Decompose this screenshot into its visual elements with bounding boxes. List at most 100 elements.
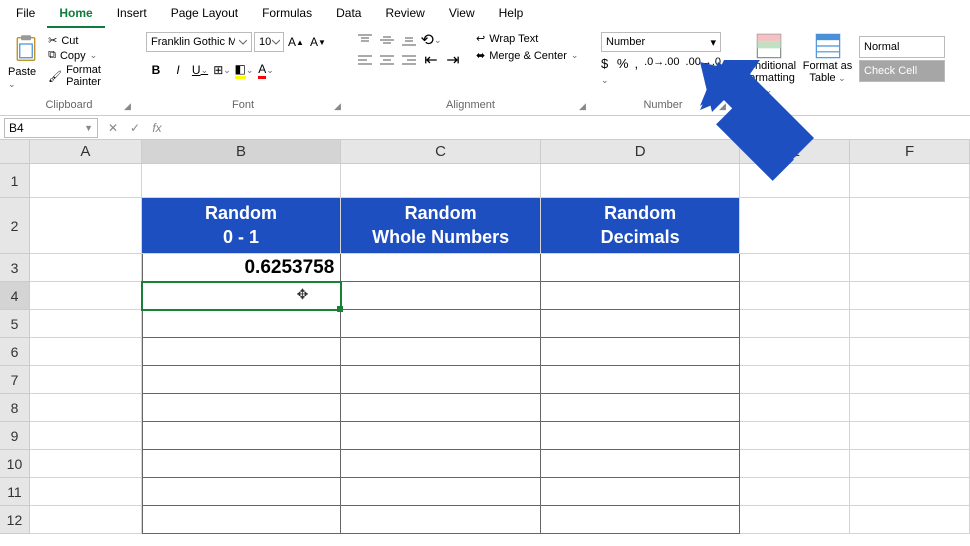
- name-box[interactable]: B4▼: [4, 118, 98, 138]
- row-header-8[interactable]: 8: [0, 394, 30, 422]
- cell-f1[interactable]: [850, 164, 970, 198]
- underline-button[interactable]: U: [190, 60, 210, 80]
- cell-e10[interactable]: [740, 450, 850, 478]
- merge-center-button[interactable]: ⬌Merge & Center: [476, 49, 578, 62]
- cell-b12[interactable]: [142, 506, 342, 534]
- tab-page-layout[interactable]: Page Layout: [159, 0, 250, 28]
- format-as-table-button[interactable]: Format as Table: [800, 32, 855, 113]
- row-header-11[interactable]: 11: [0, 478, 30, 506]
- cell-d6[interactable]: [541, 338, 741, 366]
- currency-button[interactable]: $: [601, 56, 611, 86]
- select-all-corner[interactable]: [0, 140, 30, 164]
- row-header-10[interactable]: 10: [0, 450, 30, 478]
- cell-b8[interactable]: [142, 394, 342, 422]
- cell-f3[interactable]: [850, 254, 970, 282]
- cell-a6[interactable]: [30, 338, 142, 366]
- alignment-dialog-launcher[interactable]: ◢: [579, 101, 591, 113]
- row-header-4[interactable]: 4: [0, 282, 30, 310]
- cell-a4[interactable]: [30, 282, 142, 310]
- tab-view[interactable]: View: [437, 0, 487, 28]
- tab-data[interactable]: Data: [324, 0, 373, 28]
- cancel-formula-button[interactable]: ✕: [102, 121, 124, 135]
- cell-f2[interactable]: [850, 198, 970, 254]
- cell-c2[interactable]: Random Whole Numbers: [341, 198, 541, 254]
- cell-f7[interactable]: [850, 366, 970, 394]
- cell-a7[interactable]: [30, 366, 142, 394]
- tab-formulas[interactable]: Formulas: [250, 0, 324, 28]
- confirm-formula-button[interactable]: ✓: [124, 121, 146, 135]
- tab-insert[interactable]: Insert: [105, 0, 159, 28]
- cell-c8[interactable]: [341, 394, 541, 422]
- font-color-button[interactable]: A: [256, 60, 276, 80]
- increase-decimal-button[interactable]: .0→.00: [644, 56, 679, 86]
- decrease-font-button[interactable]: A▼: [308, 32, 328, 52]
- number-dialog-launcher[interactable]: ◢: [719, 101, 731, 113]
- conditional-formatting-button[interactable]: Conditional Formatting: [741, 32, 796, 113]
- fill-color-button[interactable]: ◧: [234, 60, 254, 80]
- row-header-12[interactable]: 12: [0, 506, 30, 534]
- cell-e9[interactable]: [740, 422, 850, 450]
- cell-e3[interactable]: [740, 254, 850, 282]
- col-header-f[interactable]: F: [850, 140, 970, 164]
- row-header-5[interactable]: 5: [0, 310, 30, 338]
- cell-e7[interactable]: [740, 366, 850, 394]
- borders-button[interactable]: ⊞: [212, 60, 232, 80]
- cell-f9[interactable]: [850, 422, 970, 450]
- wrap-text-button[interactable]: ↩Wrap Text: [476, 32, 578, 45]
- cell-b3[interactable]: 0.6253758: [142, 254, 342, 282]
- cell-a10[interactable]: [30, 450, 142, 478]
- cell-c7[interactable]: [341, 366, 541, 394]
- row-header-7[interactable]: 7: [0, 366, 30, 394]
- cell-b2[interactable]: Random 0 - 1: [142, 198, 342, 254]
- col-header-b[interactable]: B: [142, 140, 342, 164]
- cell-f5[interactable]: [850, 310, 970, 338]
- cell-e2[interactable]: [740, 198, 850, 254]
- col-header-e[interactable]: E: [740, 140, 850, 164]
- cell-a9[interactable]: [30, 422, 142, 450]
- cell-a12[interactable]: [30, 506, 142, 534]
- cut-button[interactable]: ✂Cut: [48, 34, 130, 47]
- cell-a5[interactable]: [30, 310, 142, 338]
- cell-c11[interactable]: [341, 478, 541, 506]
- align-bottom-button[interactable]: [400, 32, 418, 48]
- style-check-cell[interactable]: Check Cell: [859, 60, 945, 82]
- cell-b5[interactable]: [142, 310, 342, 338]
- cell-e11[interactable]: [740, 478, 850, 506]
- cell-c5[interactable]: [341, 310, 541, 338]
- cell-d3[interactable]: [541, 254, 741, 282]
- font-dialog-launcher[interactable]: ◢: [334, 101, 346, 113]
- align-top-button[interactable]: [356, 32, 374, 48]
- cell-c9[interactable]: [341, 422, 541, 450]
- cell-f10[interactable]: [850, 450, 970, 478]
- cell-d12[interactable]: [541, 506, 741, 534]
- col-header-a[interactable]: A: [30, 140, 142, 164]
- col-header-d[interactable]: D: [541, 140, 741, 164]
- increase-font-button[interactable]: A▲: [286, 32, 306, 52]
- cell-a11[interactable]: [30, 478, 142, 506]
- tab-help[interactable]: Help: [487, 0, 536, 28]
- row-header-1[interactable]: 1: [0, 164, 30, 198]
- number-format-select[interactable]: Number▾: [601, 32, 721, 52]
- align-center-button[interactable]: [378, 52, 396, 68]
- italic-button[interactable]: I: [168, 60, 188, 80]
- cell-c3[interactable]: [341, 254, 541, 282]
- cell-a2[interactable]: [30, 198, 142, 254]
- cell-f8[interactable]: [850, 394, 970, 422]
- col-header-c[interactable]: C: [341, 140, 541, 164]
- row-header-2[interactable]: 2: [0, 198, 30, 254]
- fx-button[interactable]: fx: [146, 121, 168, 135]
- cell-b1[interactable]: [142, 164, 342, 198]
- cell-e8[interactable]: [740, 394, 850, 422]
- cell-a8[interactable]: [30, 394, 142, 422]
- paste-button[interactable]: Paste: [8, 32, 44, 99]
- bold-button[interactable]: B: [146, 60, 166, 80]
- font-name-select[interactable]: [146, 32, 252, 52]
- cell-c6[interactable]: [341, 338, 541, 366]
- cell-f11[interactable]: [850, 478, 970, 506]
- increase-indent-button[interactable]: ⇥: [444, 52, 462, 68]
- percent-button[interactable]: %: [617, 56, 629, 86]
- cell-e6[interactable]: [740, 338, 850, 366]
- cell-b4[interactable]: ✥: [142, 282, 342, 310]
- style-normal[interactable]: Normal: [859, 36, 945, 58]
- cell-d11[interactable]: [541, 478, 741, 506]
